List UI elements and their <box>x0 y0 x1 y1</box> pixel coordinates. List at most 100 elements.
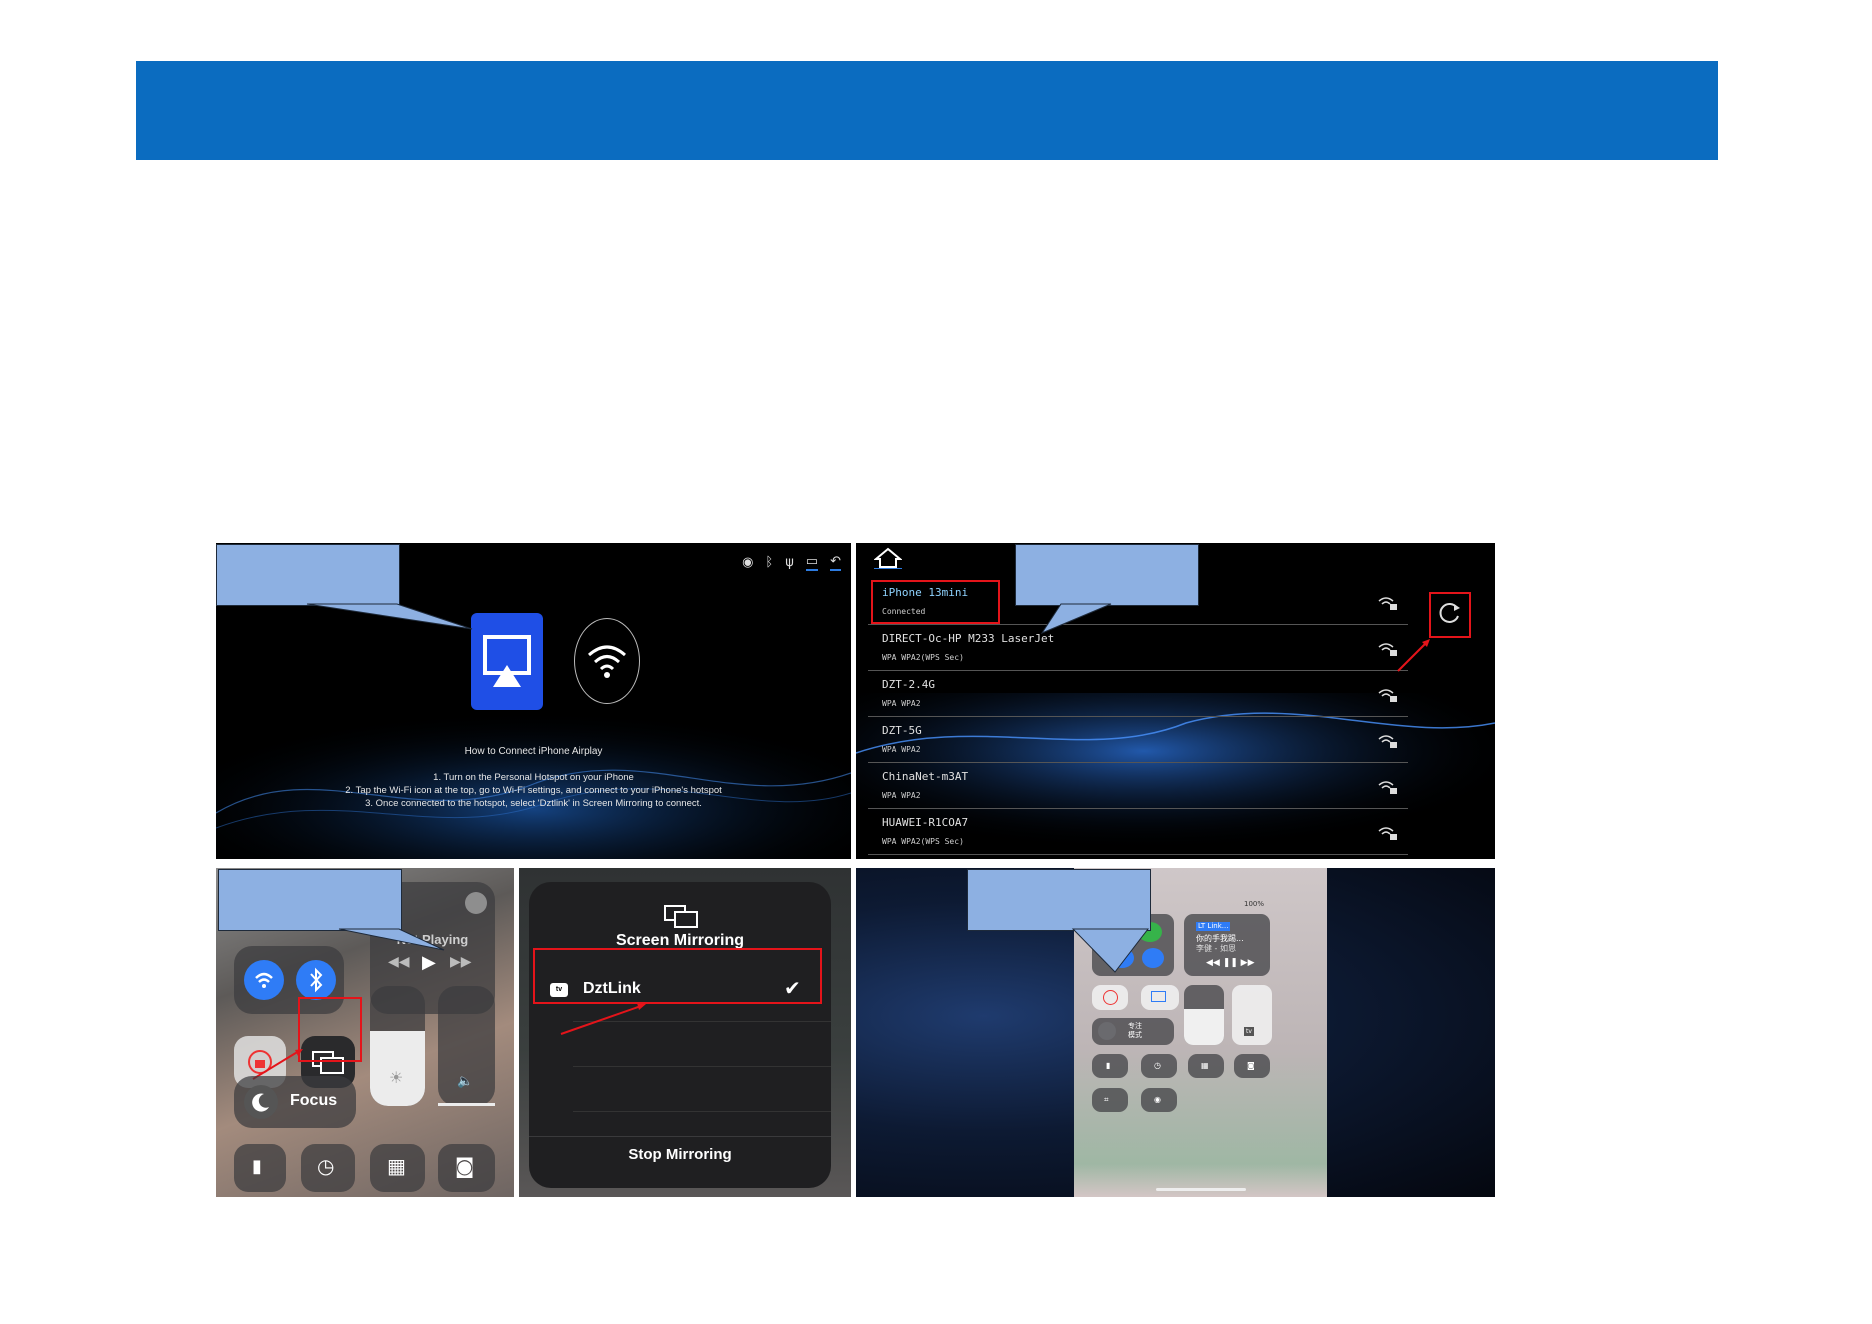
pointer-arrow <box>1397 639 1430 672</box>
wifi-icon <box>255 972 273 988</box>
volume-fill <box>438 1103 495 1106</box>
step-2: 2. Tap the Wi-Fi icon at the top, go to … <box>345 785 722 796</box>
network-security: WPA WPA2(WPS Sec) <box>882 653 964 662</box>
callout-5 <box>967 869 1151 973</box>
timer-toggle[interactable]: ◷ <box>301 1144 355 1192</box>
camera-icon: ◙ <box>455 1154 475 1178</box>
phone-control-center-screen: 100% LT Link... 你的手我踢... 李健 - 如恩 ◀◀ ❚❚ ▶… <box>856 868 1495 1197</box>
network-row[interactable]: DZT-2.4G WPA WPA2 <box>868 671 1408 717</box>
step-3: 3. Once connected to the hotspot, select… <box>365 798 702 809</box>
apple-tv-icon: tv <box>1244 1027 1254 1036</box>
network-security: WPA WPA2(WPS Sec) <box>882 837 964 846</box>
callout-pointer <box>1040 603 1112 635</box>
focus-label: Focus <box>290 1092 338 1109</box>
pointer-arrow <box>560 1003 646 1035</box>
apple-tv-remote-tile[interactable]: tv <box>1232 985 1272 1045</box>
home-icon[interactable] <box>874 547 902 569</box>
wifi-lock-icon <box>1378 643 1397 656</box>
network-row[interactable]: DZT-5G WPA WPA2 <box>868 717 1408 763</box>
rotation-lock-toggle[interactable] <box>1092 985 1128 1010</box>
back-icon[interactable]: ↶ <box>830 554 841 571</box>
flashlight-icon: ▮ <box>1106 1061 1111 1070</box>
network-row[interactable]: ChinaNet-m3AT WPA WPA2 <box>868 763 1408 809</box>
connected-highlight <box>871 580 1000 624</box>
airplay-tile[interactable] <box>471 613 543 710</box>
focus-label-line-2: 模式 <box>1128 1031 1142 1039</box>
camera-toggle[interactable]: ◙ <box>438 1144 495 1192</box>
network-security: WPA WPA2 <box>882 745 921 754</box>
media-title: LT Link... <box>1196 922 1231 931</box>
network-name: DIRECT-Oc-HP M233 LaserJet <box>882 632 1055 645</box>
callout-3 <box>218 869 445 951</box>
screen-mirroring-icon <box>1151 991 1166 1002</box>
brightness-slider[interactable]: ☀ <box>370 986 425 1106</box>
moon-icon <box>1098 1022 1116 1040</box>
screen-mirroring-toggle[interactable] <box>1141 985 1179 1010</box>
sun-icon: ☀ <box>389 1068 404 1087</box>
code-scanner-toggle[interactable]: ⌗ <box>1092 1088 1128 1112</box>
timer-icon: ◷ <box>1154 1061 1161 1070</box>
airplay-audio-icon[interactable] <box>465 892 487 914</box>
wifi-lock-icon <box>1378 735 1397 748</box>
camera-toggle[interactable]: ◙ <box>1234 1054 1270 1078</box>
network-security: WPA WPA2 <box>882 699 921 708</box>
instructions-title: How to Connect iPhone Airplay <box>464 746 603 757</box>
flashlight-toggle[interactable]: ▮ <box>234 1144 286 1192</box>
media-line-1: 你的手我踢... <box>1196 934 1244 943</box>
timer-icon: ◷ <box>317 1154 335 1178</box>
forward-icon[interactable]: ▶▶ <box>450 954 472 970</box>
divider <box>573 1111 831 1112</box>
wifi-lock-icon <box>1378 781 1397 794</box>
device-highlight <box>533 948 822 1004</box>
network-name: HUAWEI-R1COA7 <box>882 816 969 829</box>
screen-mirroring-icon <box>664 905 698 928</box>
focus-label-line-1: 专注 <box>1128 1022 1142 1030</box>
bluetooth-icon: ᛒ <box>765 555 774 570</box>
network-row[interactable]: HUAWEI-R1COA7 WPA WPA2(WPS Sec) <box>868 809 1408 855</box>
header-banner <box>136 61 1718 160</box>
scanner-icon: ⌗ <box>1104 1095 1109 1104</box>
callout-1 <box>216 544 473 630</box>
calculator-toggle[interactable]: ▦ <box>1188 1054 1224 1078</box>
timer-toggle[interactable]: ◷ <box>1141 1054 1177 1078</box>
wifi-toggle[interactable] <box>244 960 284 1000</box>
flashlight-toggle[interactable]: ▮ <box>1092 1054 1128 1078</box>
status-icons: ◉ ᛒ ψ ▭ ↶ <box>742 554 841 571</box>
wifi-icon <box>588 645 626 678</box>
brightness-slider[interactable] <box>1184 985 1224 1045</box>
battery-label: 100% <box>1244 900 1265 908</box>
callout-2 <box>1015 544 1199 635</box>
rotation-lock-icon <box>1103 990 1118 1005</box>
divider <box>573 1066 831 1067</box>
screen-recording-toggle[interactable]: ◉ <box>1141 1088 1177 1112</box>
airplay-icon <box>483 635 531 687</box>
flashlight-icon: ▮ <box>252 1156 262 1177</box>
record-icon: ◉ <box>1154 1095 1161 1104</box>
stop-mirroring-button[interactable]: Stop Mirroring <box>529 1146 831 1163</box>
network-name: DZT-2.4G <box>882 678 935 691</box>
callout-pointer <box>338 928 445 951</box>
media-line-2: 李健 - 如恩 <box>1196 944 1236 953</box>
brightness-fill <box>1184 1009 1224 1045</box>
calculator-icon: ▦ <box>1201 1061 1209 1070</box>
bluetooth-toggle[interactable] <box>296 960 336 1000</box>
wifi-lock-icon <box>1378 827 1397 840</box>
screen-mirroring-screen: Screen Mirroring tv DztLink ✔ Stop Mirro… <box>519 868 851 1197</box>
network-name: DZT-5G <box>882 724 922 737</box>
screen-icon[interactable]: ▭ <box>805 554 819 571</box>
calculator-icon: ▦ <box>387 1154 406 1178</box>
wifi-status-icon: ◉ <box>742 555 754 570</box>
volume-slider[interactable]: 🔈 <box>438 986 495 1106</box>
media-controls-icon: ◀◀ ❚❚ ▶▶ <box>1206 958 1255 968</box>
callout-pointer <box>1071 928 1150 973</box>
focus-tile[interactable]: 专注 模式 <box>1092 1018 1174 1045</box>
media-tile[interactable]: LT Link... 你的手我踢... 李健 - 如恩 ◀◀ ❚❚ ▶▶ <box>1184 914 1270 976</box>
usb-icon: ψ <box>785 555 794 570</box>
calculator-toggle[interactable]: ▦ <box>370 1144 425 1192</box>
network-row[interactable]: DIRECT-Oc-HP M233 LaserJet WPA WPA2(WPS … <box>868 625 1408 671</box>
refresh-icon[interactable] <box>1434 598 1464 628</box>
network-security: WPA WPA2 <box>882 791 921 800</box>
focus-tile[interactable]: Focus <box>234 1076 356 1128</box>
wifi-lock-icon <box>1378 597 1397 610</box>
wifi-tile[interactable] <box>574 618 640 704</box>
